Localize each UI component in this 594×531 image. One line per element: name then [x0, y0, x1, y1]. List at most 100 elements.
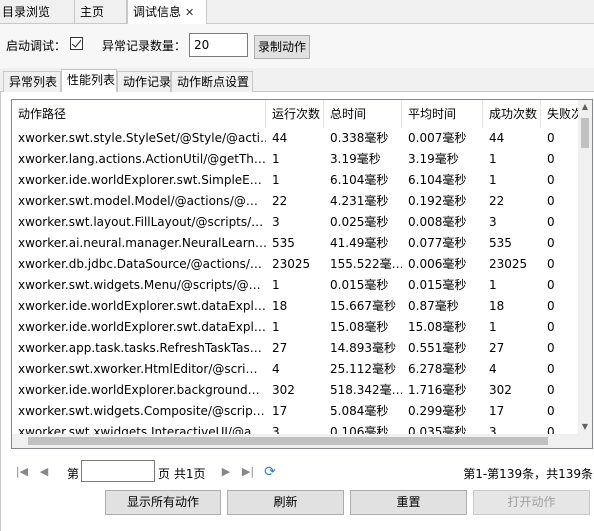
- cell-total-time: 5.084毫秒: [330, 404, 389, 418]
- sub-tab-bar: 异常列表 性能列表 动作记录 动作断点设置: [0, 68, 594, 93]
- cell-total-time: 14.893毫秒: [330, 341, 396, 355]
- page-suffix: 页 共1页: [158, 467, 206, 481]
- table-row[interactable]: xworker.swt.style.StyleSet/@Style/@acti……: [12, 128, 582, 149]
- cell-total-time: 41.49毫秒: [330, 236, 389, 250]
- col-run-count[interactable]: 运行次数: [266, 100, 324, 128]
- col-action-path[interactable]: 动作路径: [12, 100, 266, 128]
- cell-run-count: 17: [272, 404, 288, 418]
- cell-fail-count: 0: [547, 362, 555, 376]
- page-number-input[interactable]: [81, 460, 155, 482]
- cell-action-path: xworker.ide.worldExplorer.background…: [18, 383, 260, 397]
- performance-panel: 动作路径 运行次数 总时间 平均时间 成功次数 失败次 xworker.swt.…: [0, 92, 594, 531]
- next-page-icon[interactable]: ▶: [219, 465, 233, 479]
- cell-run-count: 1: [272, 152, 280, 166]
- cell-action-path: xworker.swt.model.Model/@actions/@…: [18, 194, 258, 208]
- table-row[interactable]: xworker.swt.layout.FillLayout/@scripts/……: [12, 212, 582, 233]
- tab-action-record[interactable]: 动作记录: [117, 71, 171, 92]
- table-row[interactable]: xworker.db.jdbc.DataSource/@actions/… 230…: [12, 254, 582, 275]
- table-row[interactable]: xworker.ide.worldExplorer.swt.SimpleE… 1 6…: [12, 170, 582, 191]
- cell-avg-time: 3.19毫秒: [408, 152, 459, 166]
- hscroll-thumb[interactable]: [28, 437, 548, 445]
- record-action-button[interactable]: 录制动作: [254, 35, 310, 59]
- cell-run-count: 18: [272, 299, 288, 313]
- cell-run-count: 27: [272, 341, 288, 355]
- show-all-actions-button[interactable]: 显示所有动作: [105, 490, 221, 515]
- cell-total-time: 155.522毫…: [330, 257, 402, 271]
- exception-count-input[interactable]: [189, 33, 248, 57]
- cell-action-path: xworker.swt.widgets.Composite/@scrip…: [18, 404, 265, 418]
- cell-fail-count: 0: [547, 131, 555, 145]
- col-avg-time[interactable]: 平均时间: [402, 100, 483, 128]
- performance-table: 动作路径 运行次数 总时间 平均时间 成功次数 失败次 xworker.swt.…: [11, 99, 593, 449]
- cell-fail-count: 0: [547, 383, 555, 397]
- reset-button[interactable]: 重置: [350, 490, 467, 515]
- table-row[interactable]: xworker.ai.neural.manager.NeuralLearn… 53…: [12, 233, 582, 254]
- cell-action-path: xworker.lang.actions.ActionUtil/@getTh…: [18, 152, 266, 166]
- cell-action-path: xworker.ai.neural.manager.NeuralLearn…: [18, 236, 266, 250]
- refresh-icon[interactable]: ⟳: [263, 465, 277, 479]
- tab-home[interactable]: 主页: [75, 0, 127, 24]
- vertical-scrollbar[interactable]: ▲ ▼: [578, 100, 592, 434]
- scroll-up-icon[interactable]: ▲: [578, 100, 592, 114]
- exception-count-label: 异常记录数量：: [102, 39, 187, 53]
- action-buttons: 显示所有动作 刷新 重置 打开动作: [1, 490, 594, 520]
- first-page-icon[interactable]: |◀: [15, 465, 29, 479]
- last-page-icon[interactable]: ▶|: [241, 465, 255, 479]
- cell-action-path: xworker.ide.worldExplorer.swt.dataExpl…: [18, 299, 266, 313]
- cell-total-time: 0.015毫秒: [330, 278, 389, 292]
- table-row[interactable]: xworker.ide.worldExplorer.swt.dataExpl… 1…: [12, 317, 582, 338]
- cell-success-count: 1: [489, 278, 497, 292]
- prev-page-icon[interactable]: ◀: [37, 465, 51, 479]
- cell-fail-count: 0: [547, 173, 555, 187]
- table-row[interactable]: xworker.app.task.tasks.RefreshTaskTas… 27…: [12, 338, 582, 359]
- cell-avg-time: 0.87毫秒: [408, 299, 459, 313]
- table-row[interactable]: xworker.swt.widgets.Composite/@scrip… 17 5…: [12, 401, 582, 422]
- cell-avg-time: 0.015毫秒: [408, 278, 467, 292]
- refresh-button[interactable]: 刷新: [227, 490, 344, 515]
- cell-avg-time: 0.299毫秒: [408, 404, 467, 418]
- cell-run-count: 23025: [272, 257, 311, 271]
- open-action-button[interactable]: 打开动作: [473, 490, 590, 515]
- enable-debug-label: 启动调试：: [6, 39, 67, 53]
- scroll-thumb[interactable]: [581, 118, 589, 148]
- top-tab-bar: 目录浏览 主页 调试信息 ✕: [0, 0, 594, 25]
- tab-exception-list[interactable]: 异常列表: [3, 71, 61, 92]
- table-row[interactable]: xworker.lang.actions.ActionUtil/@getTh… 1…: [12, 149, 582, 170]
- debug-settings: 启动调试： 异常记录数量： 录制动作: [0, 24, 594, 68]
- cell-action-path: xworker.ide.worldExplorer.swt.SimpleE…: [18, 173, 262, 187]
- tab-action-breakpoint[interactable]: 动作断点设置: [171, 71, 253, 92]
- cell-success-count: 44: [489, 131, 505, 145]
- tab-directory-browse[interactable]: 目录浏览: [0, 0, 75, 24]
- cell-total-time: 0.025毫秒: [330, 215, 389, 229]
- cell-run-count: 302: [272, 383, 295, 397]
- cell-action-path: xworker.swt.style.StyleSet/@Style/@acti…: [18, 131, 266, 145]
- cell-avg-time: 1.716毫秒: [408, 383, 467, 397]
- table-row[interactable]: xworker.swt.model.Model/@actions/@… 22 4.2…: [12, 191, 582, 212]
- scroll-down-icon[interactable]: ▼: [578, 420, 592, 434]
- close-icon[interactable]: ✕: [185, 1, 194, 25]
- cell-success-count: 3: [489, 215, 497, 229]
- cell-success-count: 1: [489, 320, 497, 334]
- table-row[interactable]: xworker.ide.worldExplorer.swt.dataExpl… 1…: [12, 296, 582, 317]
- cell-success-count: 4: [489, 362, 497, 376]
- cell-run-count: 3: [272, 215, 280, 229]
- enable-debug-checkbox[interactable]: [70, 37, 83, 50]
- cell-total-time: 3.19毫秒: [330, 152, 381, 166]
- col-fail-count[interactable]: 失败次: [541, 100, 582, 128]
- tab-performance-list[interactable]: 性能列表: [61, 69, 117, 93]
- cell-fail-count: 0: [547, 404, 555, 418]
- col-total-time[interactable]: 总时间: [324, 100, 402, 128]
- table-row[interactable]: xworker.ide.worldExplorer.background… 302…: [12, 380, 582, 401]
- table-row[interactable]: xworker.swt.widgets.Menu/@scripts/@… 1 0.0…: [12, 275, 582, 296]
- cell-success-count: 302: [489, 383, 512, 397]
- col-success-count[interactable]: 成功次数: [483, 100, 541, 128]
- horizontal-scrollbar[interactable]: [12, 434, 592, 448]
- cell-success-count: 17: [489, 404, 505, 418]
- tab-debug-info[interactable]: 调试信息 ✕: [127, 0, 207, 25]
- cell-fail-count: 0: [547, 320, 555, 334]
- table-row[interactable]: xworker.swt.xworker.HtmlEditor/@scri… 4 25…: [12, 359, 582, 380]
- cell-success-count: 1: [489, 152, 497, 166]
- cell-total-time: 518.342毫…: [330, 383, 402, 397]
- table-header: 动作路径 运行次数 总时间 平均时间 成功次数 失败次: [12, 100, 582, 128]
- cell-action-path: xworker.app.task.tasks.RefreshTaskTas…: [18, 341, 262, 355]
